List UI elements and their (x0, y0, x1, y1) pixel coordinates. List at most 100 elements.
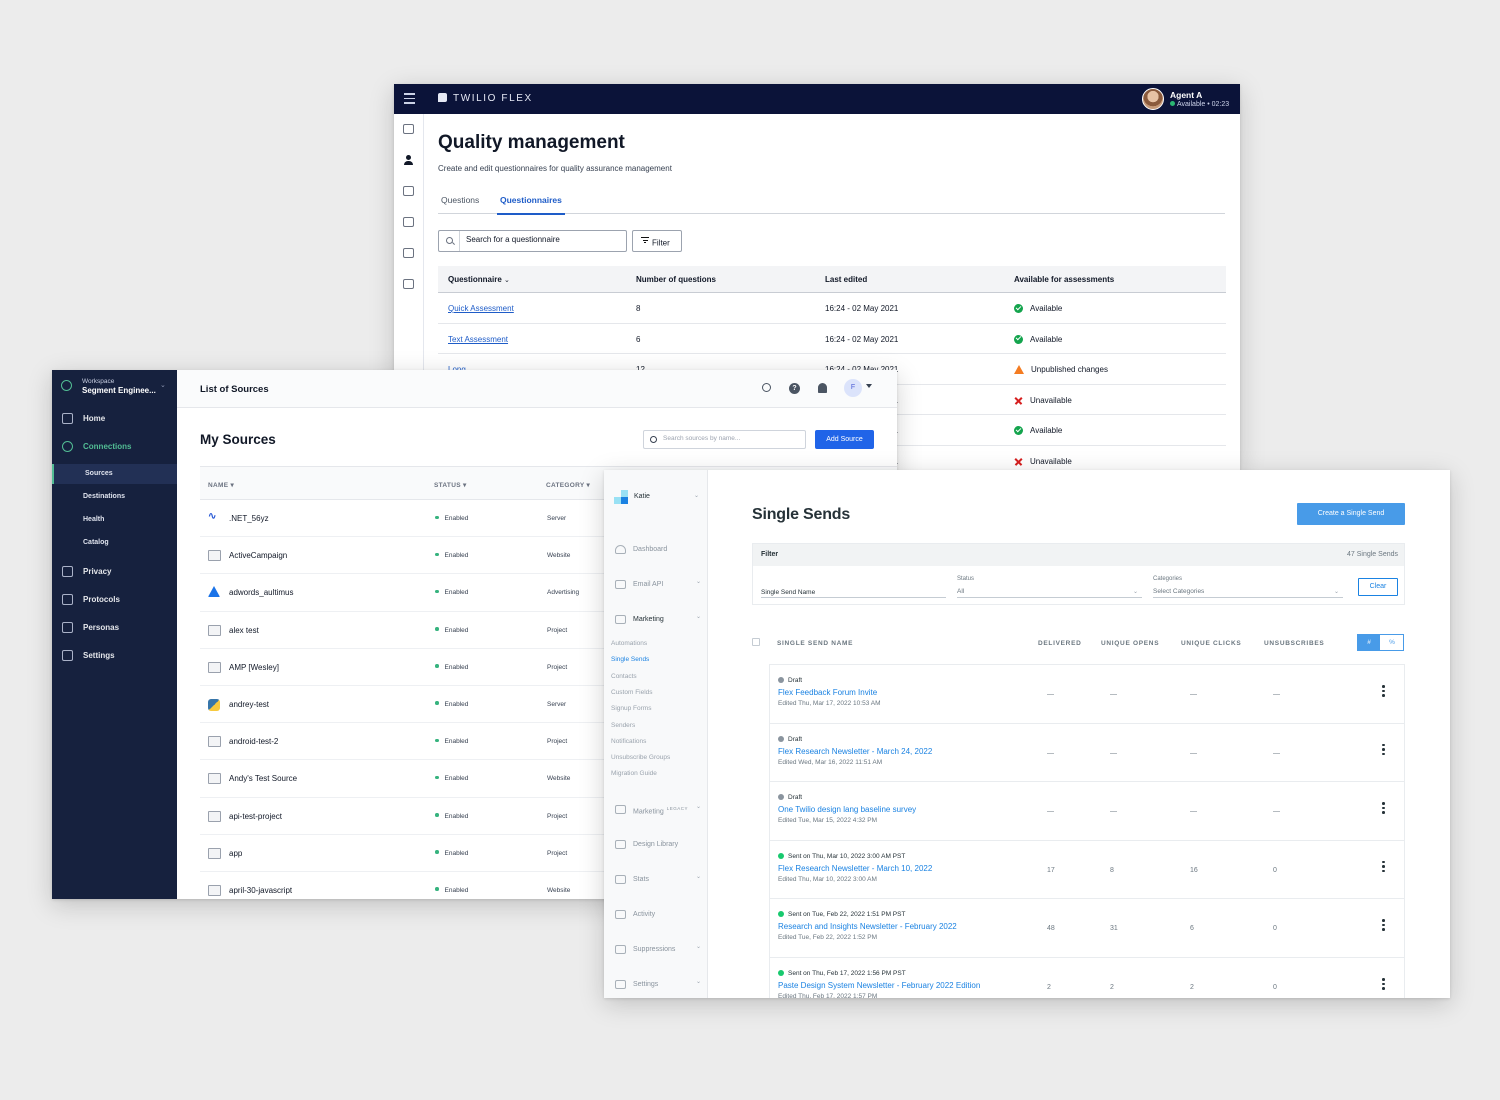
col-category[interactable]: CATEGORY ▾ (546, 481, 590, 489)
tab-questionnaires[interactable]: Questionnaires (497, 193, 565, 215)
sidebar-item-settings[interactable]: Settings (604, 978, 708, 994)
status-select[interactable]: Status All ⌄ (957, 573, 1142, 598)
sidebar-item-dashboard[interactable]: Dashboard (604, 543, 708, 559)
sidebar-item-personas[interactable]: Personas (52, 617, 177, 639)
categories-select[interactable]: Categories Select Categories ⌄ (1153, 573, 1343, 598)
source-name[interactable]: AMP [Wesley] (229, 663, 279, 672)
toggle-percent[interactable]: % (1381, 635, 1403, 650)
count-percent-toggle[interactable]: # % (1357, 634, 1404, 651)
single-send-link[interactable]: Flex Research Newsletter - March 24, 202… (778, 747, 932, 756)
sidebar-item-destinations[interactable]: Destinations (52, 487, 177, 507)
questionnaire-link[interactable]: Quick Assessment (448, 304, 514, 313)
chevron-down-icon[interactable]: ⌄ (694, 492, 699, 499)
more-options-icon[interactable] (1382, 802, 1385, 816)
search-input[interactable] (663, 435, 801, 442)
source-name[interactable]: alex test (229, 626, 259, 635)
chart-icon[interactable] (403, 279, 414, 289)
col-questionnaire[interactable]: Questionnaire ⌄ (448, 275, 510, 284)
search-icon[interactable] (762, 383, 771, 392)
chevron-down-icon[interactable]: ⌄ (696, 943, 701, 950)
sidebar-subitem-senders[interactable]: Senders (611, 722, 635, 729)
sidebar-subitem-signup-forms[interactable]: Signup Forms (611, 705, 651, 712)
grid-icon[interactable] (403, 186, 414, 196)
sidebar-subitem-contacts[interactable]: Contacts (611, 673, 637, 680)
single-send-name-field[interactable]: Single Send Name (761, 573, 946, 598)
source-name[interactable]: api-test-project (229, 812, 282, 821)
col-opens: UNIQUE OPENS (1101, 640, 1160, 647)
chevron-up-icon[interactable]: ⌄ (696, 613, 701, 620)
sidebar-item-catalog[interactable]: Catalog (52, 533, 177, 553)
sidebar-item-suppressions[interactable]: Suppressions (604, 943, 708, 959)
checklist-icon[interactable] (403, 217, 414, 227)
create-single-send-button[interactable]: Create a Single Send (1297, 503, 1405, 525)
workspace-switcher[interactable]: Segment Enginee... (82, 386, 156, 395)
menu-icon[interactable] (404, 93, 415, 104)
source-name[interactable]: andrey-test (229, 700, 269, 709)
single-send-link[interactable]: Flex Research Newsletter - March 10, 202… (778, 864, 932, 873)
more-options-icon[interactable] (1382, 919, 1385, 933)
search-input[interactable] (466, 235, 616, 244)
sidebar-item-activity[interactable]: Activity (604, 908, 708, 924)
sidebar-item-protocols[interactable]: Protocols (52, 589, 177, 611)
source-name[interactable]: adwords_aultimus (229, 588, 293, 597)
sidebar-item-settings[interactable]: Settings (52, 645, 177, 667)
sidebar-item-health[interactable]: Health (52, 510, 177, 530)
sidebar-subitem-custom-fields[interactable]: Custom Fields (611, 689, 653, 696)
sidebar-subitem-unsubscribe-groups[interactable]: Unsubscribe Groups (611, 754, 670, 761)
chevron-down-icon[interactable]: ⌄ (696, 578, 701, 585)
chevron-down-icon[interactable] (866, 384, 872, 388)
sidebar-item-privacy[interactable]: Privacy (52, 561, 177, 583)
more-options-icon[interactable] (1382, 978, 1385, 992)
source-name[interactable]: ActiveCampaign (229, 551, 287, 560)
list-icon[interactable] (403, 248, 414, 258)
account-switcher[interactable]: Katie (634, 493, 650, 500)
questionnaire-cell: Text Assessment (448, 335, 508, 344)
col-name[interactable]: NAME ▾ (208, 481, 234, 489)
more-options-icon[interactable] (1382, 743, 1385, 758)
source-name[interactable]: april-30-javascript (229, 886, 292, 895)
sidebar-item-stats[interactable]: Stats (604, 873, 708, 889)
tab-questions[interactable]: Questions (438, 193, 482, 213)
source-name[interactable]: .NET_56yz (229, 514, 269, 523)
single-send-link[interactable]: Research and Insights Newsletter - Febru… (778, 922, 957, 931)
add-source-button[interactable]: Add Source (815, 430, 874, 449)
chevron-down-icon[interactable]: ⌄ (160, 381, 166, 389)
chevron-down-icon[interactable]: ⌄ (696, 873, 701, 880)
sidebar-item-home[interactable]: Home (52, 408, 177, 430)
col-status[interactable]: STATUS ▾ (434, 481, 467, 489)
more-options-icon[interactable] (1382, 685, 1385, 699)
single-send-link[interactable]: One Twilio design lang baseline survey (778, 805, 916, 814)
sidebar-item-marketing-legacy[interactable]: Marketing LEGACY (604, 803, 708, 819)
twilio-logo-icon (438, 93, 447, 102)
help-icon[interactable]: ? (789, 383, 800, 394)
questionnaire-link[interactable]: Text Assessment (448, 335, 508, 344)
sidebar-subitem-single-sends[interactable]: Single Sends (611, 656, 649, 663)
source-name[interactable]: Andy's Test Source (229, 774, 297, 783)
sidebar-item-sources[interactable]: Sources (52, 464, 177, 484)
source-name[interactable]: app (229, 849, 242, 858)
sidebar-subitem-notifications[interactable]: Notifications (611, 738, 646, 745)
chevron-down-icon[interactable]: ⌄ (696, 803, 701, 810)
source-name[interactable]: android-test-2 (229, 737, 278, 746)
select-all-checkbox[interactable] (752, 638, 760, 646)
user-avatar[interactable]: F (844, 379, 862, 397)
bell-icon[interactable] (818, 383, 827, 393)
toggle-count[interactable]: # (1358, 635, 1380, 650)
sidebar-item-email-api[interactable]: Email API (604, 578, 708, 594)
sidebar-item-connections[interactable]: Connections (52, 436, 177, 458)
layers-icon[interactable] (403, 124, 414, 134)
sources-search[interactable] (643, 430, 806, 449)
agent-avatar[interactable] (1142, 88, 1164, 110)
filter-button[interactable]: Filter (632, 230, 682, 252)
single-send-link[interactable]: Flex Feedback Forum Invite (778, 688, 877, 697)
single-send-link[interactable]: Paste Design System Newsletter - Februar… (778, 981, 980, 990)
clear-button[interactable]: Clear (1358, 578, 1398, 596)
chevron-down-icon[interactable]: ⌄ (696, 978, 701, 985)
person-icon[interactable] (403, 155, 414, 165)
sidebar-item-marketing[interactable]: Marketing (604, 613, 708, 629)
more-options-icon[interactable] (1382, 860, 1385, 875)
sidebar-subitem-automations[interactable]: Automations (611, 640, 647, 647)
questionnaire-search[interactable] (438, 230, 627, 252)
sidebar-item-design-library[interactable]: Design Library (604, 838, 708, 854)
sidebar-subitem-migration-guide[interactable]: Migration Guide (611, 770, 657, 777)
